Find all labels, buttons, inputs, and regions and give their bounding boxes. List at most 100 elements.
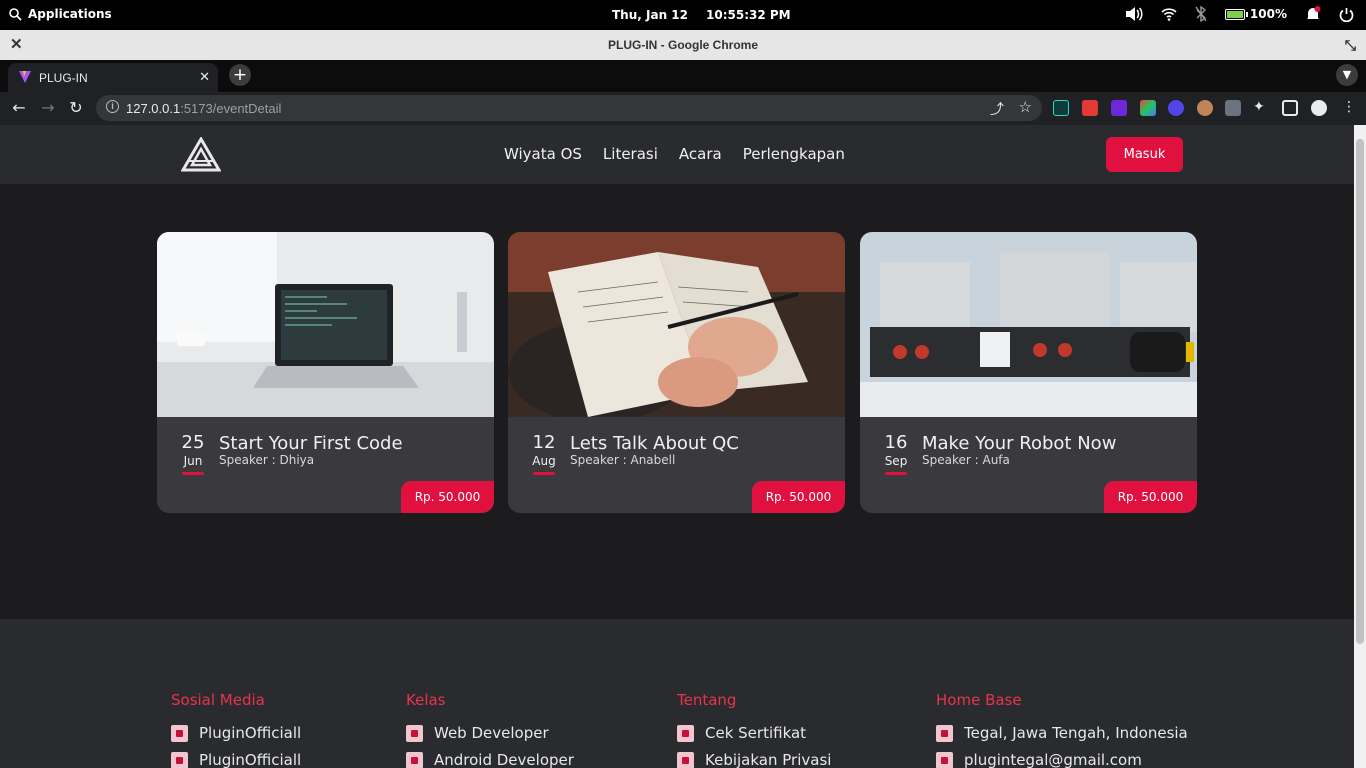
tab-plug-in[interactable]: PLUG-IN ✕	[8, 63, 218, 92]
site-info-icon[interactable]: i	[106, 100, 119, 113]
window-title: PLUG-IN - Google Chrome	[608, 38, 758, 52]
profile-avatar-icon[interactable]	[1311, 100, 1327, 116]
applications-menu[interactable]: Applications	[9, 7, 112, 21]
home-icon	[936, 724, 953, 742]
side-panel-icon[interactable]	[1282, 100, 1298, 116]
tab-search-chevron-icon[interactable]: ▼	[1336, 64, 1358, 86]
clock-time: 10:55:32 PM	[706, 8, 791, 22]
page-scrollbar[interactable]	[1354, 125, 1366, 768]
wifi-icon[interactable]	[1161, 7, 1177, 21]
window-restore-icon[interactable]: ⤡	[1345, 30, 1356, 60]
new-tab-button[interactable]: +	[229, 64, 251, 86]
phone-icon	[406, 751, 423, 768]
footer-link-android-developer[interactable]: Android Developer	[406, 751, 574, 768]
event-day: 25	[181, 432, 205, 453]
extension-grey-icon[interactable]	[1225, 100, 1241, 116]
battery-icon	[1224, 8, 1248, 20]
date-underline	[885, 472, 907, 475]
date-underline	[533, 472, 555, 475]
event-month: Jun	[183, 454, 203, 468]
event-title[interactable]: Make Your Robot Now	[922, 433, 1116, 454]
volume-icon[interactable]	[1125, 6, 1143, 22]
battery-percent: 100%	[1249, 7, 1287, 21]
event-day: 12	[532, 432, 556, 453]
nav-literasi[interactable]: Literasi	[603, 145, 658, 163]
search-icon	[9, 7, 22, 21]
footer-heading: Home Base	[936, 691, 1022, 709]
footer-heading: Kelas	[406, 691, 446, 709]
extension-red-icon[interactable]	[1082, 100, 1098, 116]
back-arrow-icon[interactable]: ←	[9, 98, 29, 117]
bookmark-star-icon[interactable]: ☆	[1019, 98, 1032, 116]
nav-perlengkapan[interactable]: Perlengkapan	[743, 145, 845, 163]
footer-heading: Sosial Media	[171, 691, 265, 709]
event-price-badge[interactable]: Rp. 50.000	[1104, 481, 1197, 513]
site-navbar: Wiyata OS Literasi Acara Perlengkapan Ma…	[0, 125, 1354, 184]
clock[interactable]: Thu, Jan 12 10:55:32 PM	[612, 8, 791, 22]
footer-link-cek-sertifikat[interactable]: Cek Sertifikat	[677, 724, 806, 742]
extension-n-icon[interactable]	[1053, 100, 1069, 116]
event-title[interactable]: Lets Talk About QC	[570, 433, 739, 454]
window-title-bar: ✕ PLUG-IN - Google Chrome ⤡	[0, 30, 1366, 60]
footer-link-kebijakan-privasi[interactable]: Kebijakan Privasi	[677, 751, 831, 768]
laptop-on-desk-image	[157, 232, 494, 417]
primary-nav: Wiyata OS Literasi Acara Perlengkapan	[504, 145, 866, 163]
extension-face-icon[interactable]	[1197, 100, 1213, 116]
footer-link-label: plugintegal@gmail.com	[964, 751, 1142, 768]
extension-circle-icon[interactable]	[1168, 100, 1184, 116]
footer-email[interactable]: plugintegal@gmail.com	[936, 751, 1142, 768]
event-speaker: Speaker : Dhiya	[219, 453, 315, 467]
event-card[interactable]: 12 Aug Lets Talk About QC Speaker : Anab…	[508, 232, 845, 513]
url-text[interactable]: 127.0.0.1:5173/eventDetail	[126, 101, 281, 116]
extension-colors-icon[interactable]	[1140, 100, 1156, 116]
footer-heading: Tentang	[677, 691, 737, 709]
bluetooth-off-icon[interactable]	[1195, 6, 1207, 22]
footer-link-instagram[interactable]: PluginOfficiall	[171, 751, 301, 768]
browser-toolbar: ← → ↻ i 127.0.0.1:5173/eventDetail ⤴ ☆ ✦…	[0, 92, 1366, 125]
applications-label: Applications	[28, 7, 112, 21]
lego-robots-image	[860, 232, 1197, 417]
event-price-badge[interactable]: Rp. 50.000	[752, 481, 845, 513]
footer-kelas-column: Kelas Web Developer Android Developer	[406, 691, 574, 768]
system-top-bar: Applications Thu, Jan 12 10:55:32 PM 100…	[0, 0, 1366, 30]
scrollbar-thumb[interactable]	[1356, 139, 1364, 644]
footer-link-label: Kebijakan Privasi	[705, 751, 832, 768]
laptop-icon	[406, 724, 423, 742]
event-title[interactable]: Start Your First Code	[219, 433, 403, 454]
certificate-icon	[677, 724, 694, 742]
tab-title: PLUG-IN	[39, 71, 88, 85]
footer-link-web-developer[interactable]: Web Developer	[406, 724, 549, 742]
power-icon[interactable]	[1339, 7, 1354, 22]
address-bar[interactable]: i 127.0.0.1:5173/eventDetail ⤴ ☆	[96, 95, 1042, 121]
window-close-icon[interactable]: ✕	[10, 30, 23, 60]
chrome-menu-icon[interactable]: ⋮	[1342, 99, 1356, 115]
forward-arrow-icon[interactable]: →	[38, 98, 58, 117]
web-page: Wiyata OS Literasi Acara Perlengkapan Ma…	[0, 125, 1354, 768]
site-footer: Sosial Media PluginOfficiall PluginOffic…	[0, 619, 1354, 768]
footer-link-label: Web Developer	[434, 724, 549, 742]
event-month: Sep	[884, 454, 908, 468]
footer-link-label: Tegal, Jawa Tengah, Indonesia	[964, 724, 1188, 742]
extension-purple-icon[interactable]	[1111, 100, 1127, 116]
reload-icon[interactable]: ↻	[66, 98, 86, 117]
share-icon[interactable]: ⤴	[990, 99, 1004, 119]
nav-wiyata-os[interactable]: Wiyata OS	[504, 145, 582, 163]
event-card[interactable]: 25 Jun Start Your First Code Speaker : D…	[157, 232, 494, 513]
instagram-icon	[171, 751, 188, 768]
facebook-icon	[171, 724, 188, 742]
footer-link-label: PluginOfficiall	[199, 751, 302, 768]
notifications-icon[interactable]	[1305, 6, 1321, 22]
event-card[interactable]: 16 Sep Make Your Robot Now Speaker : Auf…	[860, 232, 1197, 513]
footer-home-base-column: Home Base Tegal, Jawa Tengah, Indonesia …	[936, 691, 1188, 768]
battery-indicator[interactable]: 100%	[1224, 7, 1287, 21]
extensions-puzzle-icon[interactable]: ✦	[1253, 99, 1265, 115]
nav-acara[interactable]: Acara	[679, 145, 722, 163]
plug-in-logo-icon[interactable]	[181, 137, 221, 173]
url-path: :5173/eventDetail	[180, 101, 282, 116]
footer-link-label: PluginOfficiall	[199, 724, 302, 742]
event-price-badge[interactable]: Rp. 50.000	[401, 481, 494, 513]
system-tray[interactable]: 100%	[1125, 6, 1354, 22]
login-button[interactable]: Masuk	[1106, 137, 1183, 172]
footer-link-facebook[interactable]: PluginOfficiall	[171, 724, 301, 742]
tab-close-icon[interactable]: ✕	[199, 69, 210, 85]
